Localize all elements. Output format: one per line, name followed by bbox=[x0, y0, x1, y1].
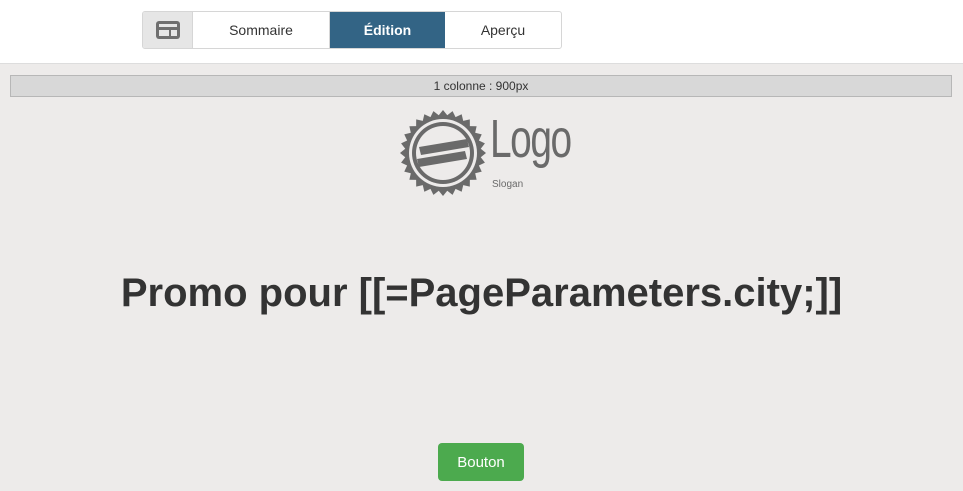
logo-text: Logo bbox=[490, 109, 572, 169]
column-width-bar[interactable]: 1 colonne : 900px bbox=[10, 75, 952, 97]
top-toolbar: Sommaire Édition Aperçu bbox=[0, 0, 963, 64]
mode-tabs: Sommaire Édition Aperçu bbox=[142, 11, 562, 49]
layout-icon[interactable] bbox=[143, 12, 193, 48]
tab-apercu[interactable]: Aperçu bbox=[445, 12, 561, 48]
tab-sommaire[interactable]: Sommaire bbox=[193, 12, 330, 48]
promo-headline[interactable]: Promo pour [[=PageParameters.city;]] bbox=[0, 271, 963, 316]
cta-button[interactable]: Bouton bbox=[438, 443, 524, 481]
editor-canvas: 1 colonne : 900px Logo Slogan Promo pour… bbox=[0, 64, 963, 491]
tab-edition[interactable]: Édition bbox=[330, 12, 445, 48]
logo-slogan: Slogan bbox=[492, 179, 524, 190]
logo[interactable]: Logo Slogan bbox=[398, 108, 572, 198]
seal-badge-icon bbox=[400, 110, 486, 196]
